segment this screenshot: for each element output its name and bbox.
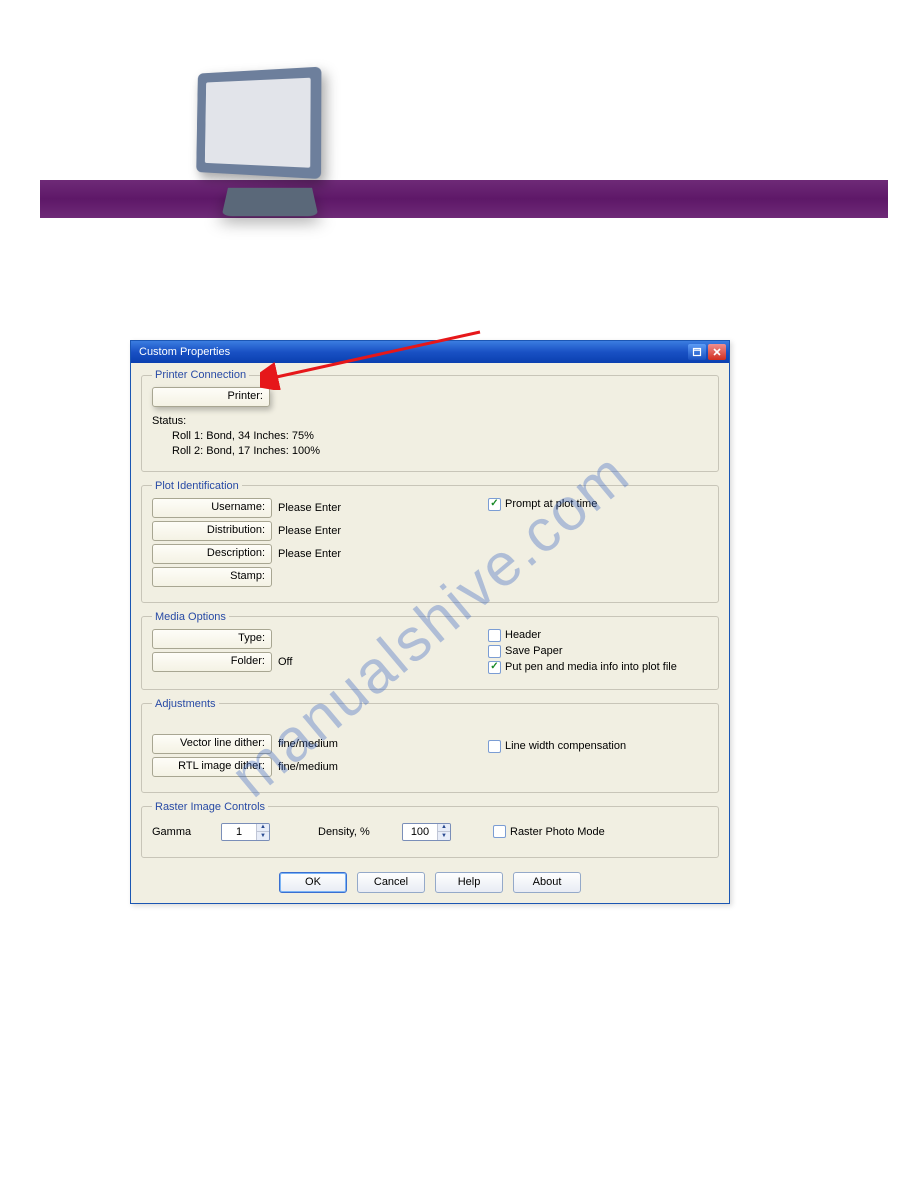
dialog-title: Custom Properties: [139, 346, 230, 358]
header-checkbox[interactable]: Header: [488, 629, 708, 642]
vector-dither-value: fine/medium: [278, 738, 338, 750]
checkbox-unchecked-icon: [488, 740, 501, 753]
plot-identification-group: Plot Identification Username: Please Ent…: [141, 480, 719, 603]
checkbox-checked-icon: ✓: [488, 498, 501, 511]
spin-down-icon[interactable]: ▼: [257, 832, 269, 840]
raster-image-controls-group: Raster Image Controls Gamma ▲ ▼ Density,…: [141, 801, 719, 858]
username-value: Please Enter: [278, 502, 341, 514]
checkbox-unchecked-icon: [488, 629, 501, 642]
monitor-illustration: [190, 70, 350, 235]
folder-button[interactable]: Folder:: [152, 652, 272, 672]
page-header: [0, 0, 918, 230]
custom-properties-dialog: Custom Properties: [130, 340, 730, 904]
printer-connection-legend: Printer Connection: [152, 369, 249, 381]
checkbox-unchecked-icon: [488, 645, 501, 658]
savepaper-cb-label: Save Paper: [505, 645, 562, 657]
density-input[interactable]: [403, 824, 437, 840]
line-width-compensation-checkbox[interactable]: Line width compensation: [488, 740, 708, 753]
density-spinner[interactable]: ▲ ▼: [402, 823, 451, 841]
plot-identification-legend: Plot Identification: [152, 480, 242, 492]
gamma-spinner[interactable]: ▲ ▼: [221, 823, 270, 841]
status-label: Status:: [152, 415, 708, 427]
rtl-dither-value: fine/medium: [278, 761, 338, 773]
spin-up-icon[interactable]: ▲: [438, 824, 450, 832]
vector-dither-button[interactable]: Vector line dither:: [152, 734, 272, 754]
description-value: Please Enter: [278, 548, 341, 560]
distribution-value: Please Enter: [278, 525, 341, 537]
save-paper-checkbox[interactable]: Save Paper: [488, 645, 708, 658]
adjustments-legend: Adjustments: [152, 698, 219, 710]
dialog-buttons: OK Cancel Help About: [141, 866, 719, 893]
help-button[interactable]: Help: [435, 872, 503, 893]
media-options-legend: Media Options: [152, 611, 229, 623]
put-pen-media-checkbox[interactable]: ✓ Put pen and media info into plot file: [488, 661, 708, 674]
printer-connection-group: Printer Connection Printer: Status: Roll…: [141, 369, 719, 472]
roll2-status: Roll 2: Bond, 17 Inches: 100%: [172, 444, 708, 459]
titlebar-help-button[interactable]: [688, 344, 706, 360]
username-button[interactable]: Username:: [152, 498, 272, 518]
checkbox-checked-icon: ✓: [488, 661, 501, 674]
roll1-status: Roll 1: Bond, 34 Inches: 75%: [172, 429, 708, 444]
spin-up-icon[interactable]: ▲: [257, 824, 269, 832]
linewidth-cb-label: Line width compensation: [505, 740, 626, 752]
adjustments-group: Adjustments Vector line dither: fine/med…: [141, 698, 719, 793]
raster-legend: Raster Image Controls: [152, 801, 268, 813]
prompt-at-plot-time-checkbox[interactable]: ✓ Prompt at plot time: [488, 498, 708, 511]
distribution-button[interactable]: Distribution:: [152, 521, 272, 541]
media-options-group: Media Options Type: Folder: Off: [141, 611, 719, 690]
description-button[interactable]: Description:: [152, 544, 272, 564]
stamp-button[interactable]: Stamp:: [152, 567, 272, 587]
close-icon: [712, 347, 722, 357]
type-button[interactable]: Type:: [152, 629, 272, 649]
printer-button[interactable]: Printer:: [152, 387, 270, 407]
folder-value: Off: [278, 656, 292, 668]
gamma-label: Gamma: [152, 826, 207, 838]
cancel-button[interactable]: Cancel: [357, 872, 425, 893]
checkbox-unchecked-icon: [493, 825, 506, 838]
spin-down-icon[interactable]: ▼: [438, 832, 450, 840]
ok-button[interactable]: OK: [279, 872, 347, 893]
header-cb-label: Header: [505, 629, 541, 641]
putpen-cb-label: Put pen and media info into plot file: [505, 661, 677, 673]
photomode-cb-label: Raster Photo Mode: [510, 826, 605, 838]
raster-photo-mode-checkbox[interactable]: Raster Photo Mode: [493, 825, 605, 838]
dialog-container: manualshive.com Custom Properties: [130, 340, 730, 904]
titlebar[interactable]: Custom Properties: [131, 341, 729, 363]
prompt-label: Prompt at plot time: [505, 498, 597, 510]
window-help-icon: [692, 347, 702, 357]
titlebar-close-button[interactable]: [708, 344, 726, 360]
gamma-input[interactable]: [222, 824, 256, 840]
about-button[interactable]: About: [513, 872, 581, 893]
header-band: [40, 180, 888, 218]
rtl-dither-button[interactable]: RTL image dither:: [152, 757, 272, 777]
density-label: Density, %: [318, 826, 388, 838]
dialog-body: Printer Connection Printer: Status: Roll…: [131, 363, 729, 903]
